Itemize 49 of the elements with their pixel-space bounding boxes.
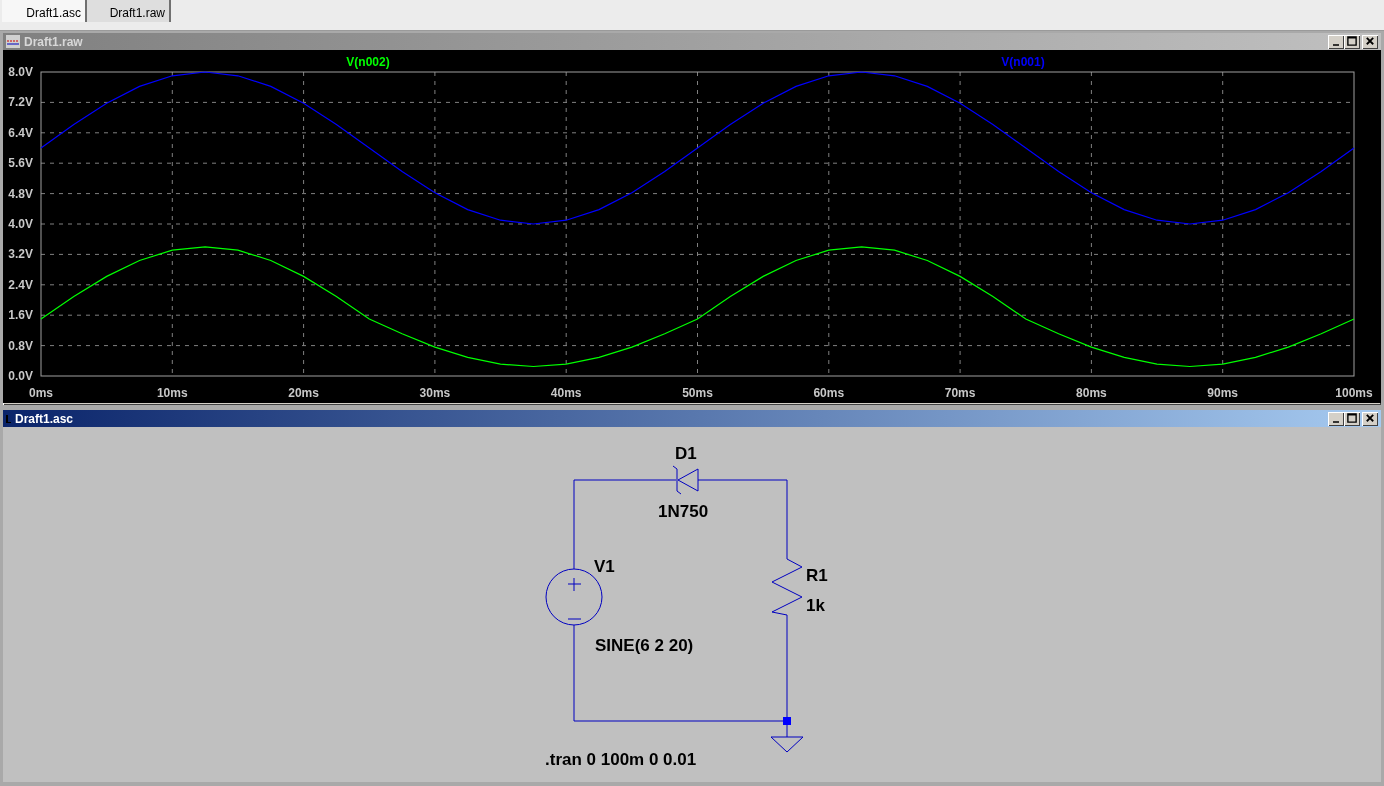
axis-tick-label: 100ms	[1335, 386, 1373, 400]
zener-diode-symbol	[672, 465, 699, 495]
component-value: 1N750	[658, 502, 709, 521]
axis-tick-label: 50ms	[682, 386, 713, 400]
spice-directive: .tran 0 100m 0 0.01	[545, 750, 697, 769]
trace-label: V(n001)	[1001, 55, 1045, 69]
axis-tick-label: 2.4V	[8, 277, 33, 292]
axis-tick-label: 80ms	[1076, 386, 1107, 400]
component-value: 1k	[806, 596, 825, 615]
schematic-icon	[6, 414, 11, 423]
close-icon	[1364, 36, 1376, 47]
component-label: D1	[675, 444, 697, 463]
trace-label: V(n002)	[346, 55, 390, 69]
window-title: Draft1.asc	[15, 410, 74, 428]
ground-symbol	[770, 736, 804, 753]
axis-tick-label: 4.8V	[8, 186, 33, 201]
minimize-icon	[1333, 420, 1339, 423]
axis-tick-label: 70ms	[944, 386, 976, 400]
axis-tick-label: 40ms	[550, 386, 582, 400]
maximize-button[interactable]	[1344, 411, 1360, 426]
axis-tick-label: 60ms	[813, 386, 845, 400]
document-tab[interactable]: Draft1.raw	[87, 0, 171, 22]
axis-tick-label: 0.0V	[8, 369, 33, 383]
resistor-symbol	[771, 558, 803, 616]
close-icon	[1364, 413, 1376, 424]
axis-tick-label: 90ms	[1207, 386, 1239, 400]
document-tab[interactable]: Draft1.asc	[2, 0, 87, 22]
minimize-button[interactable]	[1328, 411, 1344, 426]
axis-tick-label: 4.0V	[8, 217, 33, 231]
waveform-icon	[6, 35, 20, 48]
axis-tick-label: 8.0V	[8, 65, 33, 79]
axis-tick-label: 7.2V	[8, 95, 33, 110]
axis-tick-label: 30ms	[419, 386, 451, 400]
axis-tick-label: 0ms	[29, 386, 53, 400]
close-button[interactable]	[1362, 411, 1378, 426]
minimize-icon	[1333, 43, 1339, 46]
axis-tick-label: 20ms	[288, 386, 319, 400]
axis-tick-label: 5.6V	[8, 156, 33, 171]
axis-tick-label: 0.8V	[8, 338, 33, 353]
component-value: SINE(6 2 20)	[595, 636, 694, 655]
window-title: Draft1.raw	[24, 33, 83, 51]
axis-tick-label: 3.2V	[8, 247, 33, 262]
component-label: V1	[594, 557, 615, 576]
maximize-icon	[1346, 413, 1358, 424]
maximize-icon	[1346, 36, 1358, 47]
axis-tick-label: 10ms	[156, 386, 188, 400]
axis-tick-label: 1.6V	[8, 308, 33, 323]
axis-tick-label: 6.4V	[8, 125, 33, 140]
component-label: R1	[806, 566, 828, 585]
